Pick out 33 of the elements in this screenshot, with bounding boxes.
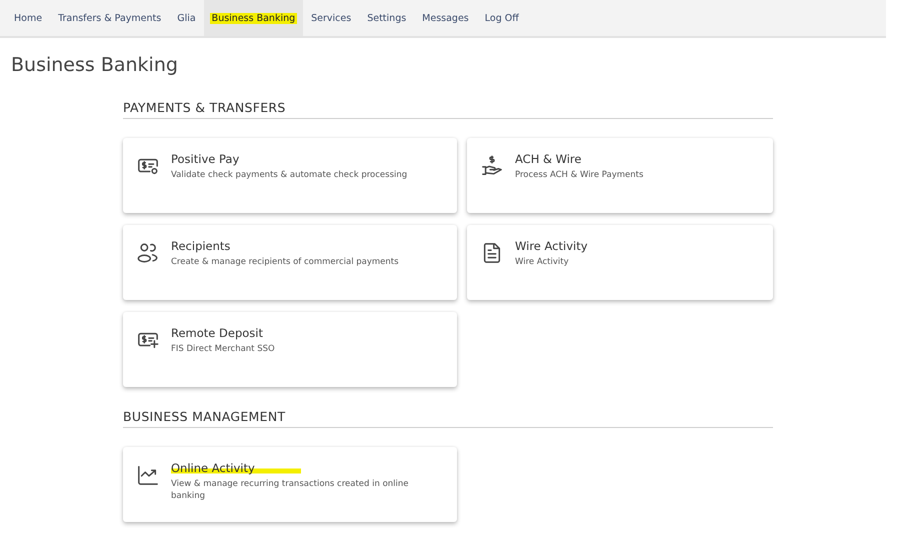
feature-card[interactable]: Recipients Create & manage recipients of commercial payments — [123, 225, 457, 300]
card-title: Recipients — [171, 239, 230, 253]
nav-link[interactable]: Log Off — [476, 0, 527, 36]
card-description: Validate check payments & automate check processing — [171, 169, 408, 182]
card-description: Wire Activity — [515, 256, 570, 268]
nav-link[interactable]: Messages — [414, 0, 477, 36]
nav-link[interactable]: Settings — [359, 0, 414, 36]
feature-card[interactable]: Online Activity View & manage recurring transactions created in online banking — [123, 447, 457, 522]
people-icon — [137, 242, 159, 264]
card-title: Positive Pay — [171, 152, 240, 166]
hand-dollar-icon — [481, 155, 503, 177]
nav-link[interactable]: Transfers & Payments — [50, 0, 170, 36]
card-description: View & manage recurring transactions created in online banking — [171, 478, 410, 503]
card-description: Create & manage recipients of commercial payments — [171, 256, 399, 268]
card-description: Process ACH & Wire Payments — [515, 169, 644, 182]
document-icon — [481, 242, 503, 264]
chart-trend-icon — [137, 464, 159, 486]
card-title: Wire Activity — [515, 239, 588, 253]
section-heading: BUSINESS MANAGEMENT — [123, 409, 773, 428]
nav-link[interactable]: Business Banking — [204, 0, 304, 36]
nav-link[interactable]: Glia — [169, 0, 204, 36]
card-title: ACH & Wire — [515, 152, 582, 166]
card-title: Remote Deposit — [171, 326, 263, 340]
card-description: FIS Direct Merchant SSO — [171, 343, 275, 356]
card-title: Online Activity — [171, 461, 301, 475]
feature-card[interactable]: Remote Deposit FIS Direct Merchant SSO — [123, 312, 457, 387]
nav-link[interactable]: Home — [6, 0, 50, 36]
page-title: Business Banking — [11, 54, 179, 76]
feature-card[interactable]: Positive Pay Validate check payments & automate check processing — [123, 138, 457, 213]
nav-link[interactable]: Services — [303, 0, 360, 36]
feature-card[interactable]: ACH & Wire Process ACH & Wire Payments — [467, 138, 773, 213]
section-heading: PAYMENTS & TRANSFERS — [123, 100, 773, 119]
feature-card[interactable]: Wire Activity Wire Activity — [467, 225, 773, 300]
